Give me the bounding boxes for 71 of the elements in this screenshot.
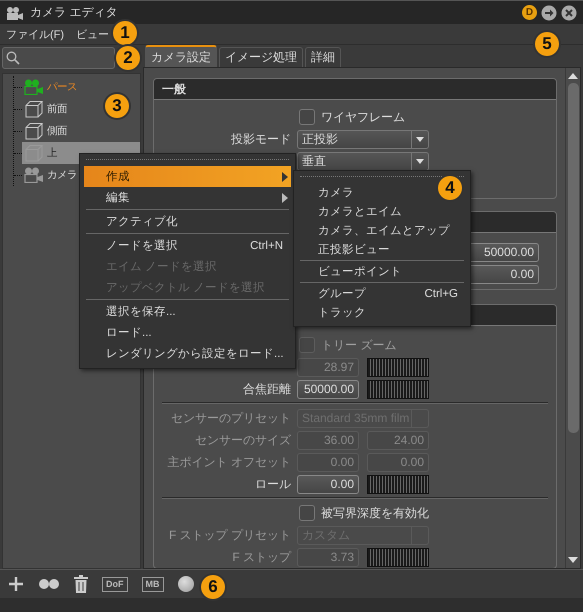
toolbar-button[interactable]: MB [142, 576, 164, 592]
checkbox-label: トリー ズーム [321, 336, 396, 354]
camera-icon [24, 167, 44, 183]
callout-number: 4 [438, 176, 462, 200]
add-icon[interactable] [8, 576, 24, 592]
jog-wheel[interactable] [367, 548, 429, 566]
callout-number: 6 [201, 575, 225, 599]
scrollbar-thumb[interactable] [568, 83, 578, 433]
caret-icon [416, 136, 424, 142]
toolbar-button[interactable]: DoF [102, 576, 128, 592]
camera-icon [6, 6, 24, 20]
field-label: 合焦距離 [243, 382, 291, 396]
d-badge-button[interactable]: D [522, 5, 537, 20]
field-label: センサーのサイズ [195, 432, 291, 446]
window-title: カメラ エディタ [30, 4, 118, 21]
menu-item[interactable]: トラック [298, 303, 374, 322]
dropdown[interactable]: 正投影 [297, 130, 429, 148]
menu-item[interactable]: 作成 [84, 166, 291, 187]
callout-number: 5 [535, 32, 559, 56]
menu-item[interactable]: 選択を保存... [84, 301, 291, 322]
field-label: センサーのプリセット [171, 410, 291, 424]
field-label: F ストップ プリセット [169, 528, 291, 542]
search-field[interactable] [2, 47, 115, 69]
menu-item[interactable]: アクティブ化 [84, 211, 291, 232]
cube-icon [24, 100, 44, 118]
dropdown[interactable]: 垂直 [297, 152, 429, 170]
tree-item[interactable]: カメラ [22, 164, 79, 186]
callout-number: 3 [105, 94, 129, 118]
checkbox-label: 被写界深度を有効化 [321, 504, 429, 522]
scroll-down-icon[interactable] [568, 557, 578, 563]
checkbox-label: ワイヤフレーム [321, 108, 405, 126]
checkbox[interactable] [299, 505, 315, 521]
tree-item[interactable]: 側面 [22, 120, 69, 142]
jog-wheel[interactable] [367, 474, 429, 494]
callout-number: 1 [113, 21, 137, 45]
jog-wheel[interactable] [367, 358, 429, 376]
jog-wheel[interactable] [367, 380, 429, 398]
number-field[interactable]: 50000.00 [297, 380, 359, 398]
callout-number: 2 [116, 46, 140, 70]
section-title: 一般 [162, 80, 186, 98]
menu-item[interactable]: ビュー [76, 26, 110, 42]
menu-item[interactable]: レンダリングから設定をロード... [84, 343, 291, 364]
tab[interactable]: カメラ設定 [145, 45, 217, 67]
tab[interactable]: イメージ処理 [219, 47, 303, 67]
tab[interactable]: 詳細 [305, 47, 341, 67]
field-label: F ストップ [232, 550, 291, 564]
two-dots-icon[interactable] [38, 578, 60, 590]
menu-item[interactable]: 正投影ビュー [298, 240, 398, 259]
checkbox[interactable] [299, 109, 315, 125]
field-label: ロール [255, 476, 291, 490]
tree-item[interactable]: パース [22, 76, 79, 98]
number-field[interactable]: 0.00 [297, 474, 359, 494]
camera-icon [24, 79, 44, 95]
caret-icon [416, 158, 424, 164]
menu-item[interactable]: カメラとエイム [298, 202, 410, 221]
menu-item[interactable]: ロード... [84, 322, 291, 343]
menu-item[interactable]: ビューポイント [298, 262, 410, 281]
close-icon[interactable] [561, 4, 577, 20]
menu-item[interactable]: カメラ、エイムとアップ [298, 221, 458, 240]
circle-button[interactable] [178, 576, 194, 592]
scrollbar[interactable] [565, 68, 580, 568]
menu-item[interactable]: ファイル(F) [6, 26, 64, 42]
field-label: 主ポイント オフセット [168, 454, 291, 468]
trash-icon[interactable] [74, 575, 88, 593]
field-label: 投影モード [231, 132, 291, 146]
search-icon [6, 51, 20, 65]
menu-item[interactable]: グループ Ctrl+G [298, 284, 466, 303]
cube-icon [24, 122, 44, 140]
menu-item[interactable]: カメラ [298, 183, 362, 202]
menu-item[interactable]: ノードを選択 Ctrl+N [84, 235, 291, 256]
tree-item[interactable]: 前面 [22, 98, 69, 120]
